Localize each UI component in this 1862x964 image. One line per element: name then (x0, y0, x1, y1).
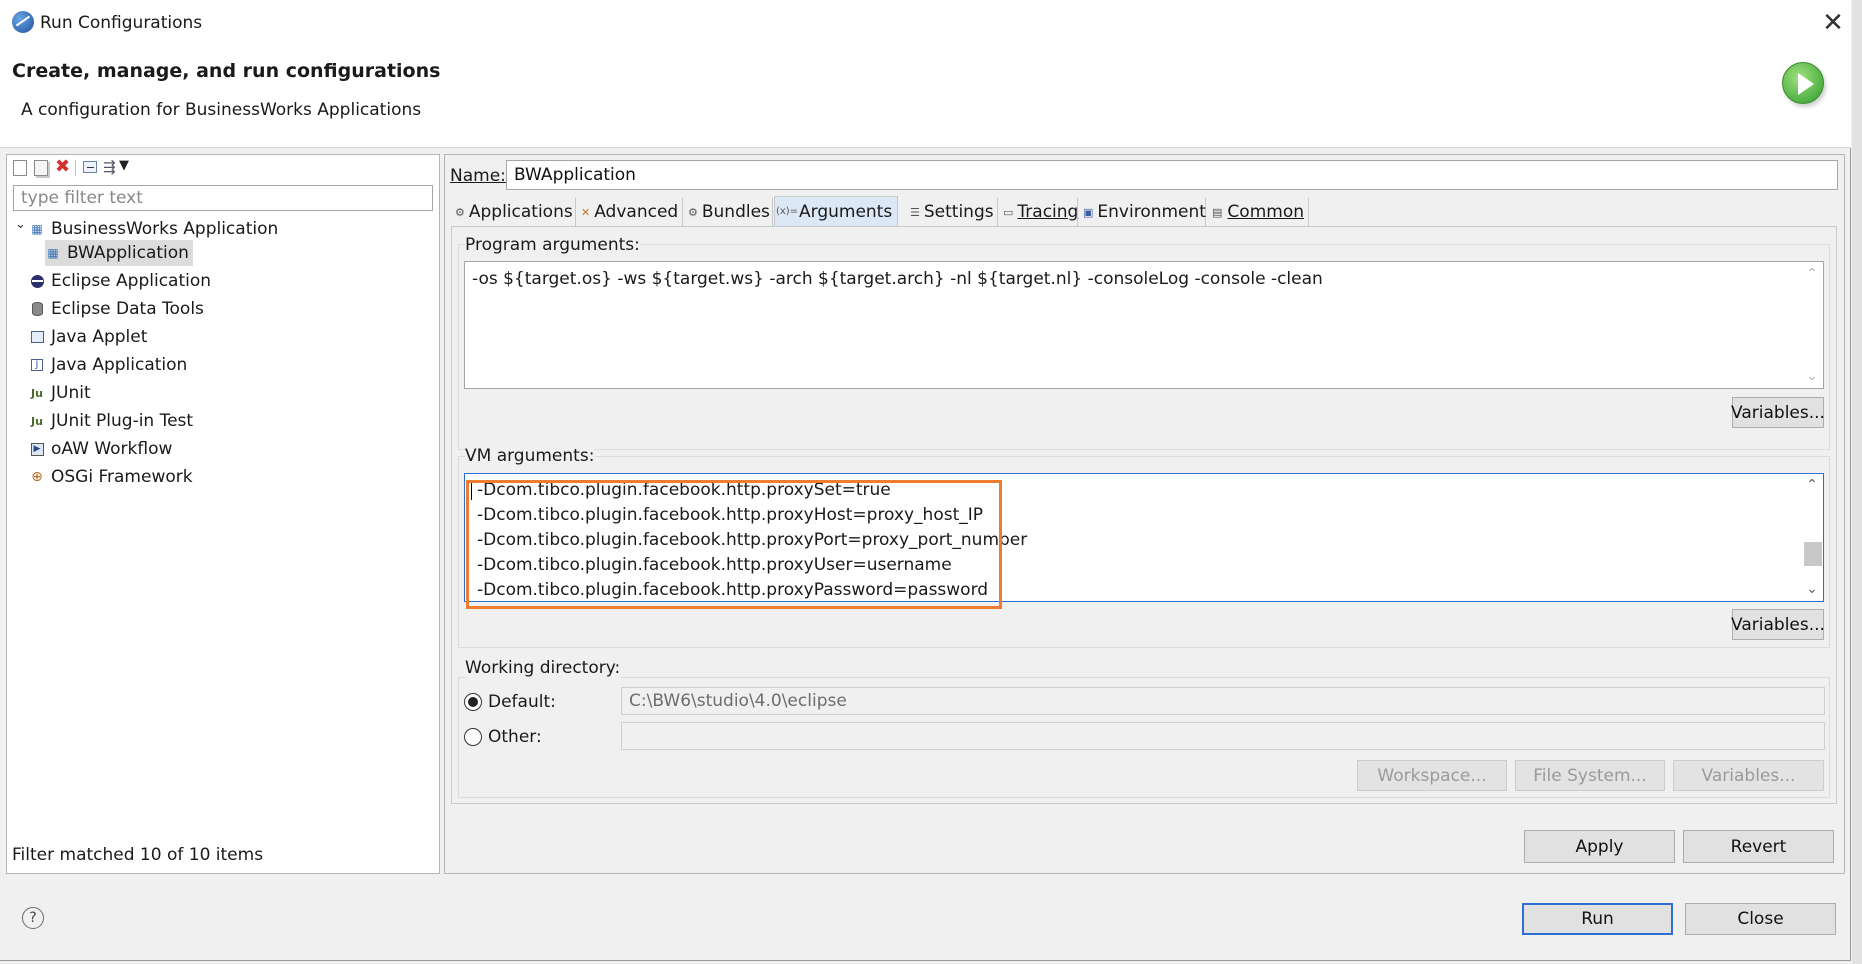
tab-tracing[interactable]: ▭ Tracing (999, 198, 1078, 226)
scroll-down-arrow-icon[interactable]: ⌄ (1801, 368, 1823, 384)
settings-icon: ☰ (910, 205, 920, 219)
default-directory-field: C:\BW6\studio\4.0\eclipse (621, 687, 1825, 715)
tree-item-oaw-workflow[interactable]: ▶ oAW Workflow (29, 436, 172, 462)
tree-item-label: BusinessWorks Application (51, 219, 279, 239)
vm-arguments-label: VM arguments: (465, 446, 595, 466)
scroll-up-arrow-icon[interactable]: ⌃ (1801, 266, 1823, 282)
tree-item-label: OSGi Framework (51, 467, 193, 487)
bw-config-icon: ▦ (47, 246, 59, 260)
program-arguments-variables-button[interactable]: Variables... (1731, 397, 1825, 428)
java-app-icon: J (29, 357, 45, 373)
environment-icon: ▣ (1083, 205, 1094, 219)
applet-icon (29, 329, 45, 345)
arguments-icon: (x)= (775, 206, 799, 217)
page-subtitle: A configuration for BusinessWorks Applic… (21, 100, 422, 120)
help-icon[interactable]: ? (22, 907, 44, 929)
program-arguments-scrollbar[interactable]: ⌃ ⌄ (1801, 262, 1823, 388)
filter-input[interactable]: type filter text (13, 185, 433, 211)
workflow-icon: ▶ (29, 441, 45, 457)
tree-item-businessworks-application[interactable]: ▦ BusinessWorks Application (29, 216, 278, 242)
tree-item-label: oAW Workflow (51, 439, 173, 459)
close-icon[interactable]: ✕ (1818, 8, 1848, 38)
tree-item-label: Eclipse Application (51, 271, 212, 291)
toolbar-separator (75, 160, 76, 176)
tree-item-bwapplication[interactable]: ▦ BWApplication (45, 240, 193, 266)
other-directory-field (621, 722, 1825, 750)
other-radio-button[interactable] (464, 728, 482, 746)
delete-config-icon[interactable]: ✖ (55, 156, 70, 177)
tree-item-java-applet[interactable]: Java Applet (29, 324, 147, 350)
osgi-icon: ⊕ (31, 469, 43, 485)
background-window-edge (1852, 0, 1862, 964)
eclipse-app-icon (12, 11, 34, 33)
junit-icon: Ju (31, 386, 43, 400)
advanced-icon: ✕ (581, 205, 591, 219)
tree-item-label: JUnit Plug-in Test (51, 411, 194, 431)
default-radio[interactable]: Default: (464, 692, 556, 712)
junit-plugin-icon: Ju (31, 414, 43, 428)
database-icon (29, 301, 45, 317)
tab-arguments[interactable]: (x)= Arguments (774, 196, 898, 226)
title-bar: Run Configurations ✕ (0, 0, 1851, 48)
tab-advanced[interactable]: ✕ Advanced (577, 198, 683, 226)
tab-common[interactable]: ▤ Common (1207, 198, 1309, 226)
duplicate-config-icon[interactable] (34, 160, 48, 176)
vm-arguments-scrollbar[interactable]: ⌃ ⌄ (1801, 474, 1823, 601)
run-configurations-dialog: Run Configurations ✕ Create, manage, and… (0, 0, 1851, 961)
filter-status-text: Filter matched 10 of 10 items (12, 845, 264, 865)
program-arguments-textarea[interactable]: -os ${target.os} -ws ${target.ws} -arch … (464, 261, 1824, 389)
common-icon: ▤ (1212, 205, 1223, 219)
tab-settings[interactable]: ☰ Settings (906, 198, 998, 226)
tree-item-junit-plugin-test[interactable]: Ju JUnit Plug-in Test (29, 408, 193, 434)
revert-button[interactable]: Revert (1683, 830, 1834, 863)
other-radio[interactable]: Other: (464, 727, 542, 747)
tree-item-label: Eclipse Data Tools (51, 299, 204, 319)
bundles-icon: ⚙ (688, 205, 698, 219)
eclipse-icon (29, 273, 45, 289)
tab-environment[interactable]: ▣ Environment (1079, 198, 1206, 226)
window-title: Run Configurations (40, 13, 203, 33)
tree-item-label: Java Applet (51, 327, 148, 347)
tree-item-junit[interactable]: Ju JUnit (29, 380, 91, 406)
collapse-all-icon[interactable] (83, 161, 97, 173)
tree-item-eclipse-application[interactable]: Eclipse Application (29, 268, 211, 294)
tree-expand-chevron-icon[interactable]: ⌄ (15, 217, 26, 232)
name-field[interactable]: BWApplication (506, 160, 1838, 190)
tracing-icon: ▭ (1003, 205, 1014, 219)
scrollbar-thumb[interactable] (1804, 542, 1822, 566)
new-config-icon[interactable] (13, 160, 27, 176)
dialog-header: Create, manage, and run configurations A… (0, 48, 1851, 148)
tab-bundles[interactable]: ⚙ Bundles (684, 198, 773, 226)
working-directory-label: Working directory: (465, 658, 621, 678)
tree-item-label: BWApplication (67, 243, 189, 263)
close-button[interactable]: Close (1685, 903, 1836, 935)
apply-button[interactable]: Apply (1524, 830, 1675, 863)
scroll-up-arrow-icon[interactable]: ⌃ (1801, 477, 1823, 493)
workspace-button[interactable]: Workspace... (1357, 760, 1507, 791)
view-menu-chevron-down-icon[interactable]: ▼ (119, 158, 129, 173)
run-banner-icon (1782, 62, 1824, 104)
working-directory-variables-button[interactable]: Variables... (1673, 760, 1824, 791)
vm-arguments-highlight-box (466, 480, 1002, 609)
filter-config-icon[interactable]: ⇶ (103, 158, 116, 176)
tree-item-eclipse-data-tools[interactable]: Eclipse Data Tools (29, 296, 204, 322)
applications-icon: ⚙ (455, 205, 465, 219)
scroll-down-arrow-icon[interactable]: ⌄ (1801, 581, 1823, 597)
tree-item-osgi-framework[interactable]: ⊕ OSGi Framework (29, 464, 193, 490)
config-tree-panel: ✖ ⇶ ▼ type filter text ⌄ ▦ BusinessWorks… (6, 154, 440, 874)
tree-item-label: Java Application (51, 355, 188, 375)
tab-applications[interactable]: ⚙ Applications (451, 198, 576, 226)
tree-item-java-application[interactable]: J Java Application (29, 352, 187, 378)
bw-icon: ▦ (31, 222, 43, 236)
page-title: Create, manage, and run configurations (12, 60, 441, 82)
vm-arguments-variables-button[interactable]: Variables... (1731, 609, 1825, 640)
run-button[interactable]: Run (1522, 903, 1673, 935)
tree-item-label: JUnit (51, 383, 91, 403)
file-system-button[interactable]: File System... (1515, 760, 1665, 791)
program-arguments-label: Program arguments: (465, 235, 640, 255)
name-label: Name: (450, 166, 506, 186)
default-radio-button[interactable] (464, 693, 482, 711)
